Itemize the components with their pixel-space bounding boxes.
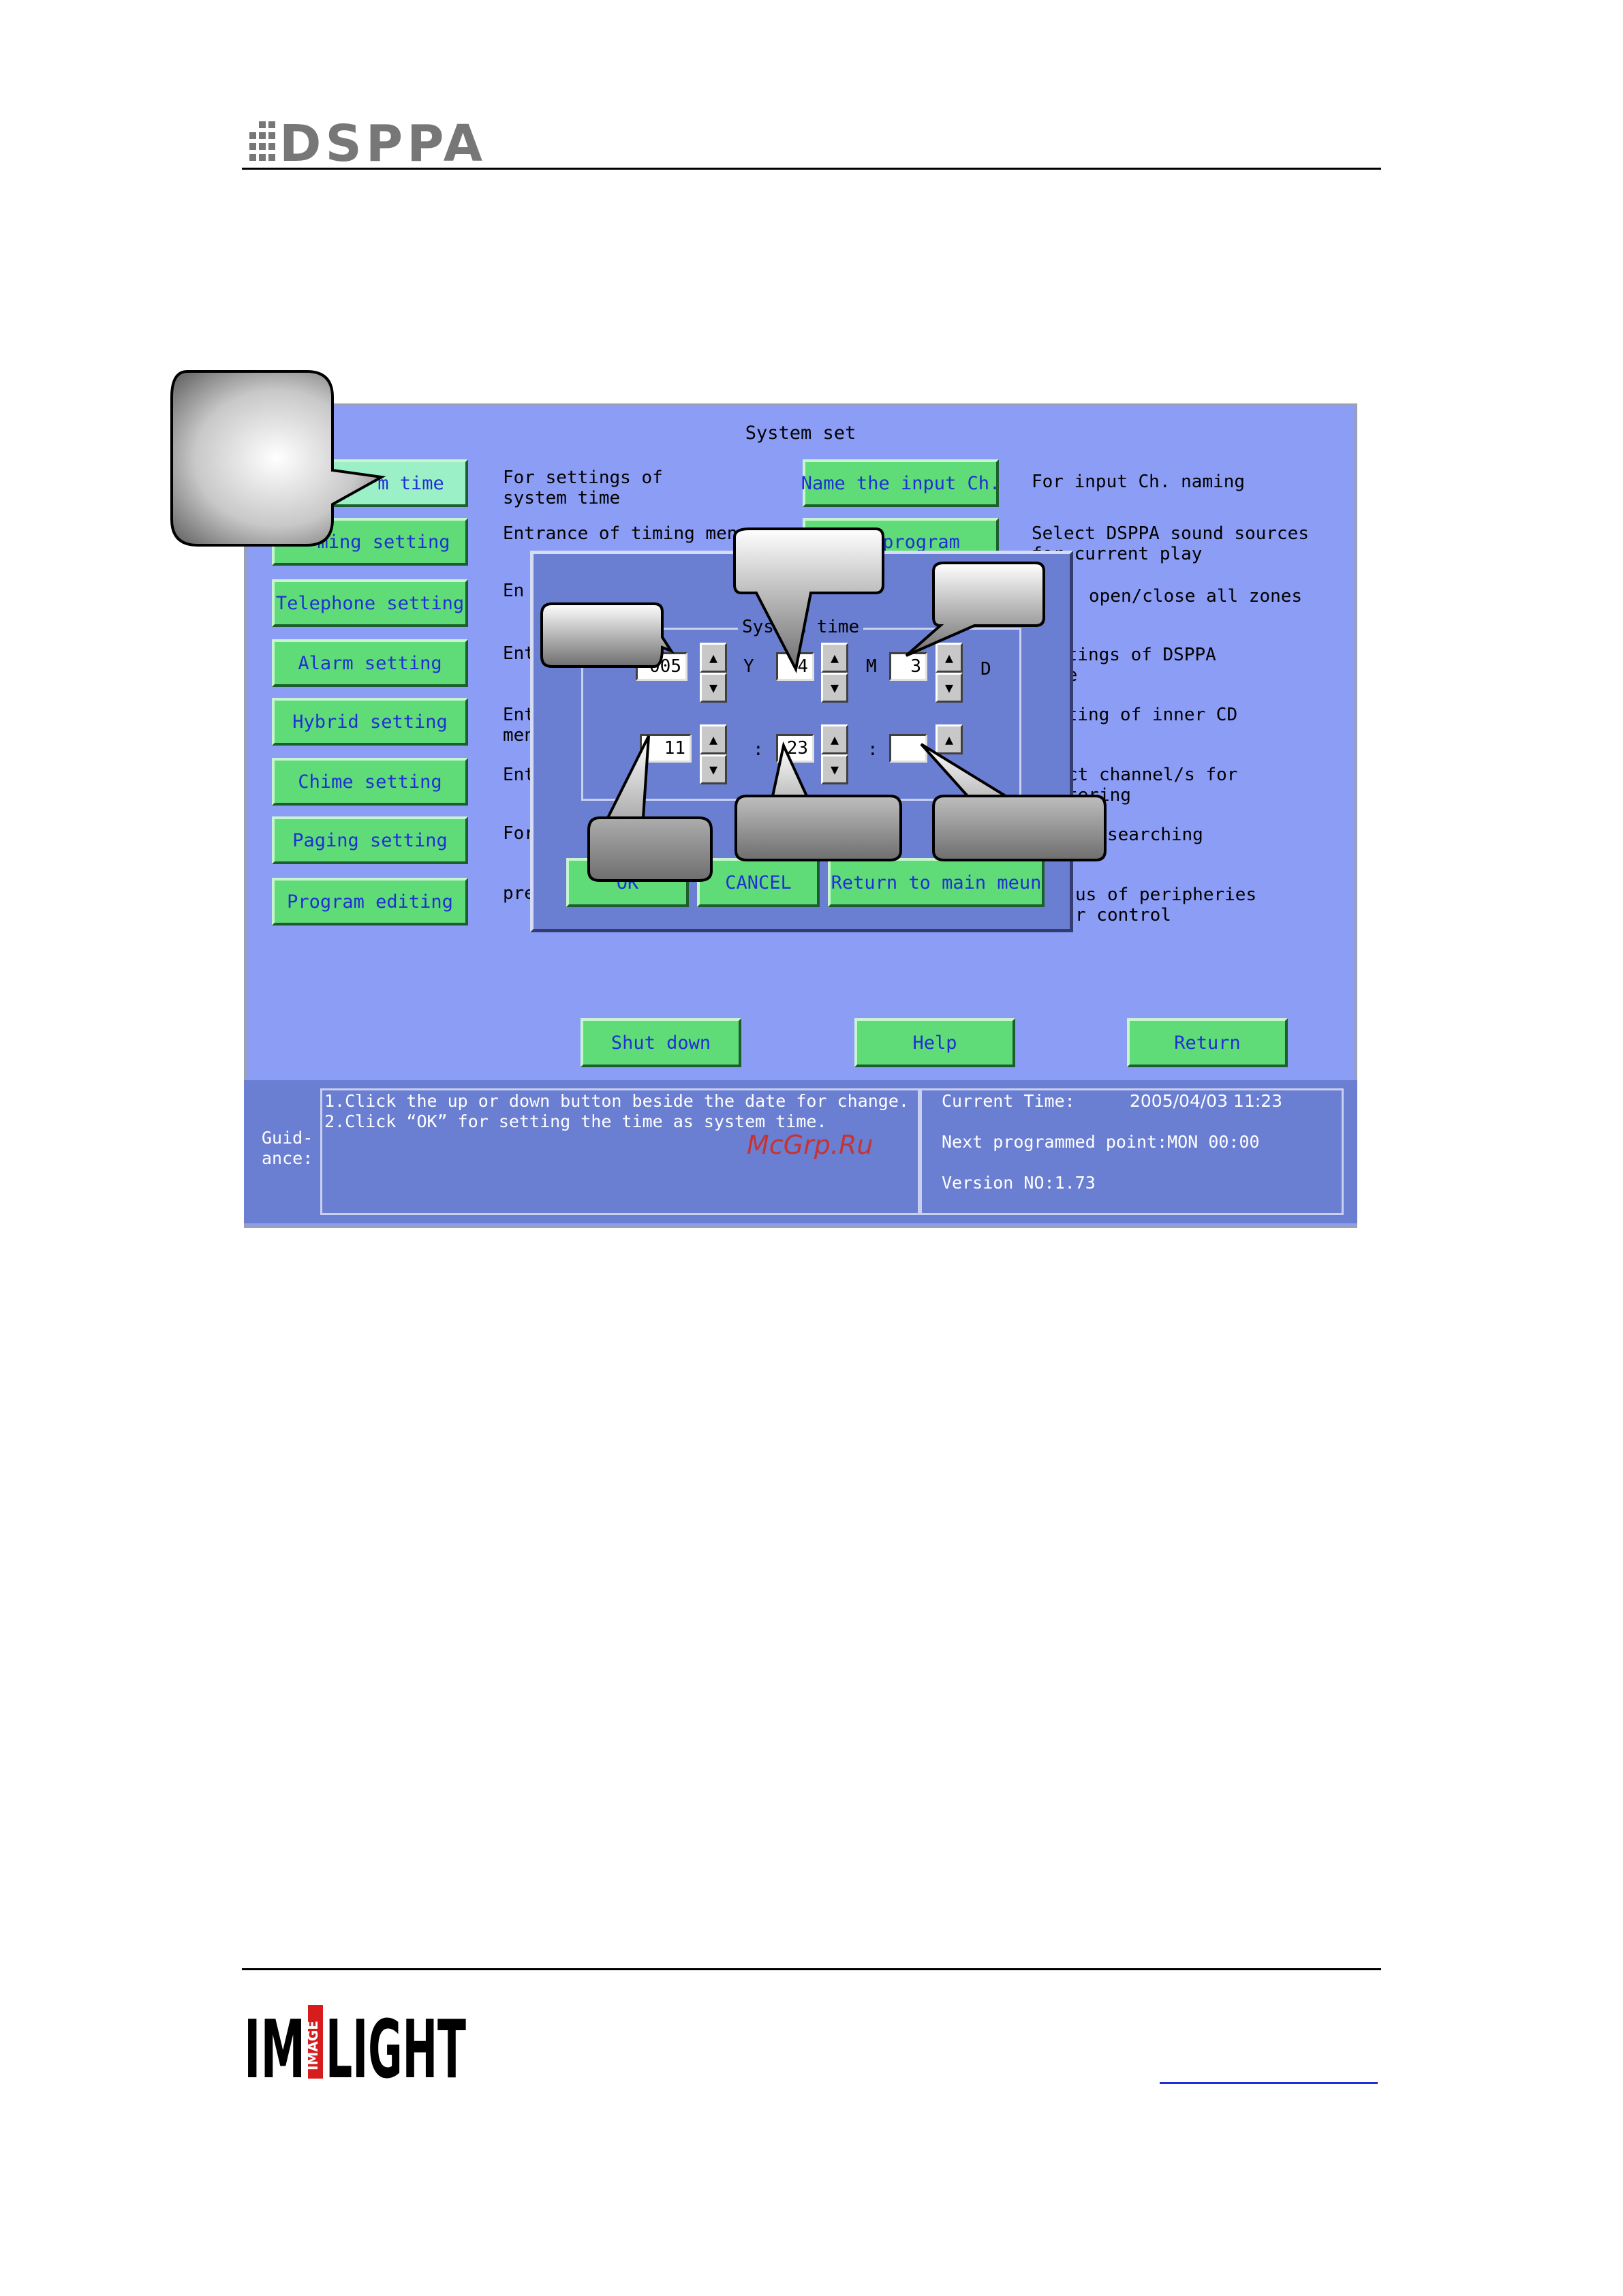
time-separator-1: : — [753, 739, 764, 760]
next-programmed-point: Next programmed point:MON 00:00 — [942, 1132, 1260, 1152]
svg-text:IM: IM — [244, 2002, 305, 2083]
second-up-button[interactable]: ▲ — [936, 724, 963, 754]
hour-up-button[interactable]: ▲ — [700, 724, 727, 754]
peripheries-desc: us of peripheries r control — [1075, 885, 1257, 925]
program-editing-button[interactable]: Program editing — [272, 878, 468, 925]
hybrid-setting-button[interactable]: Hybrid setting — [272, 698, 468, 746]
year-unit: Y — [743, 656, 754, 677]
day-up-button[interactable]: ▲ — [936, 643, 963, 673]
program-desc: Select DSPPA sound sources for current p… — [1032, 523, 1309, 564]
minute-up-button[interactable]: ▲ — [821, 724, 848, 754]
guidance-label: Guid- ance: — [262, 1128, 313, 1168]
searching-desc: es searching — [1075, 825, 1203, 845]
minute-down-button[interactable]: ▼ — [821, 754, 848, 784]
telephone-setting-button[interactable]: Telephone setting — [272, 579, 468, 627]
alarm-setting-button[interactable]: Alarm setting — [272, 639, 468, 687]
help-button[interactable]: Help — [854, 1018, 1015, 1067]
timing-setting-button[interactable]: ming setting — [272, 518, 468, 566]
dialog-title: System time — [738, 617, 864, 637]
month-up-button[interactable]: ▲ — [821, 643, 848, 673]
return-button[interactable]: Return — [1127, 1018, 1288, 1067]
time-separator-2: : — [867, 739, 878, 760]
hour-field[interactable]: 11 — [640, 734, 692, 763]
svg-text:DSPPA: DSPPA — [279, 114, 484, 164]
cancel-button[interactable]: CANCEL — [697, 858, 820, 907]
hour-down-button[interactable]: ▼ — [700, 754, 727, 784]
imagelight-logo: IM IMAGE LIGHT — [244, 2002, 466, 2083]
telephone-setting-desc: En — [503, 581, 525, 601]
day-down-button[interactable]: ▼ — [936, 673, 963, 703]
footer-rule — [242, 1968, 1381, 1970]
version-number: Version NO:1.73 — [942, 1173, 1096, 1193]
svg-text:LIGHT: LIGHT — [326, 2002, 466, 2083]
watermark: McGrp.Ru — [747, 1130, 874, 1160]
current-time-value: 2005/04/03 11:23 — [1130, 1091, 1283, 1111]
chime-setting-button[interactable]: Chime setting — [272, 758, 468, 806]
svg-text:IMAGE: IMAGE — [305, 2021, 321, 2070]
year-down-button[interactable]: ▼ — [700, 673, 727, 703]
timing-setting-desc: Entrance of timing menu — [503, 523, 749, 544]
year-field[interactable]: 005 — [636, 652, 687, 681]
name-input-desc: For input Ch. naming — [1032, 472, 1246, 492]
day-unit: D — [980, 659, 991, 679]
month-field[interactable]: 4 — [776, 652, 814, 681]
header-rule — [242, 168, 1381, 170]
system-time-dialog: System time 005 ▲ ▼ Y 4 ▲ ▼ M 3 ▲ ▼ D 11… — [530, 551, 1073, 932]
name-input-ch-button[interactable]: Name the input Ch. — [801, 459, 1000, 507]
second-field[interactable] — [889, 734, 927, 763]
channel-desc: ct channel/s for tering — [1067, 765, 1238, 806]
ok-button[interactable]: OK — [566, 858, 689, 907]
day-field[interactable]: 3 — [889, 652, 927, 681]
guidance-text: 1.Click the up or down button beside the… — [324, 1091, 909, 1131]
window-title: System set — [745, 423, 856, 444]
system-time-desc: For settings of system time — [503, 468, 663, 508]
month-unit: M — [866, 656, 877, 677]
system-time-button[interactable]: m time — [272, 459, 468, 507]
zones-desc: open/close all zones — [1089, 586, 1303, 607]
year-up-button[interactable]: ▲ — [700, 643, 727, 673]
paging-setting-button[interactable]: Paging setting — [272, 816, 468, 864]
footer-link-underline[interactable] — [1160, 2082, 1378, 2084]
month-down-button[interactable]: ▼ — [821, 673, 848, 703]
dsppa-logo: DSPPA — [249, 114, 484, 164]
dsppa-desc: atings of DSPPA ce — [1056, 645, 1216, 686]
inner-cd-desc: ating of inner CD — [1056, 705, 1238, 725]
shut-down-button[interactable]: Shut down — [581, 1018, 741, 1067]
return-to-main-menu-button[interactable]: Return to main meun — [828, 858, 1045, 907]
current-time-label: Current Time: — [942, 1091, 1075, 1111]
minute-field[interactable]: 23 — [776, 734, 814, 763]
